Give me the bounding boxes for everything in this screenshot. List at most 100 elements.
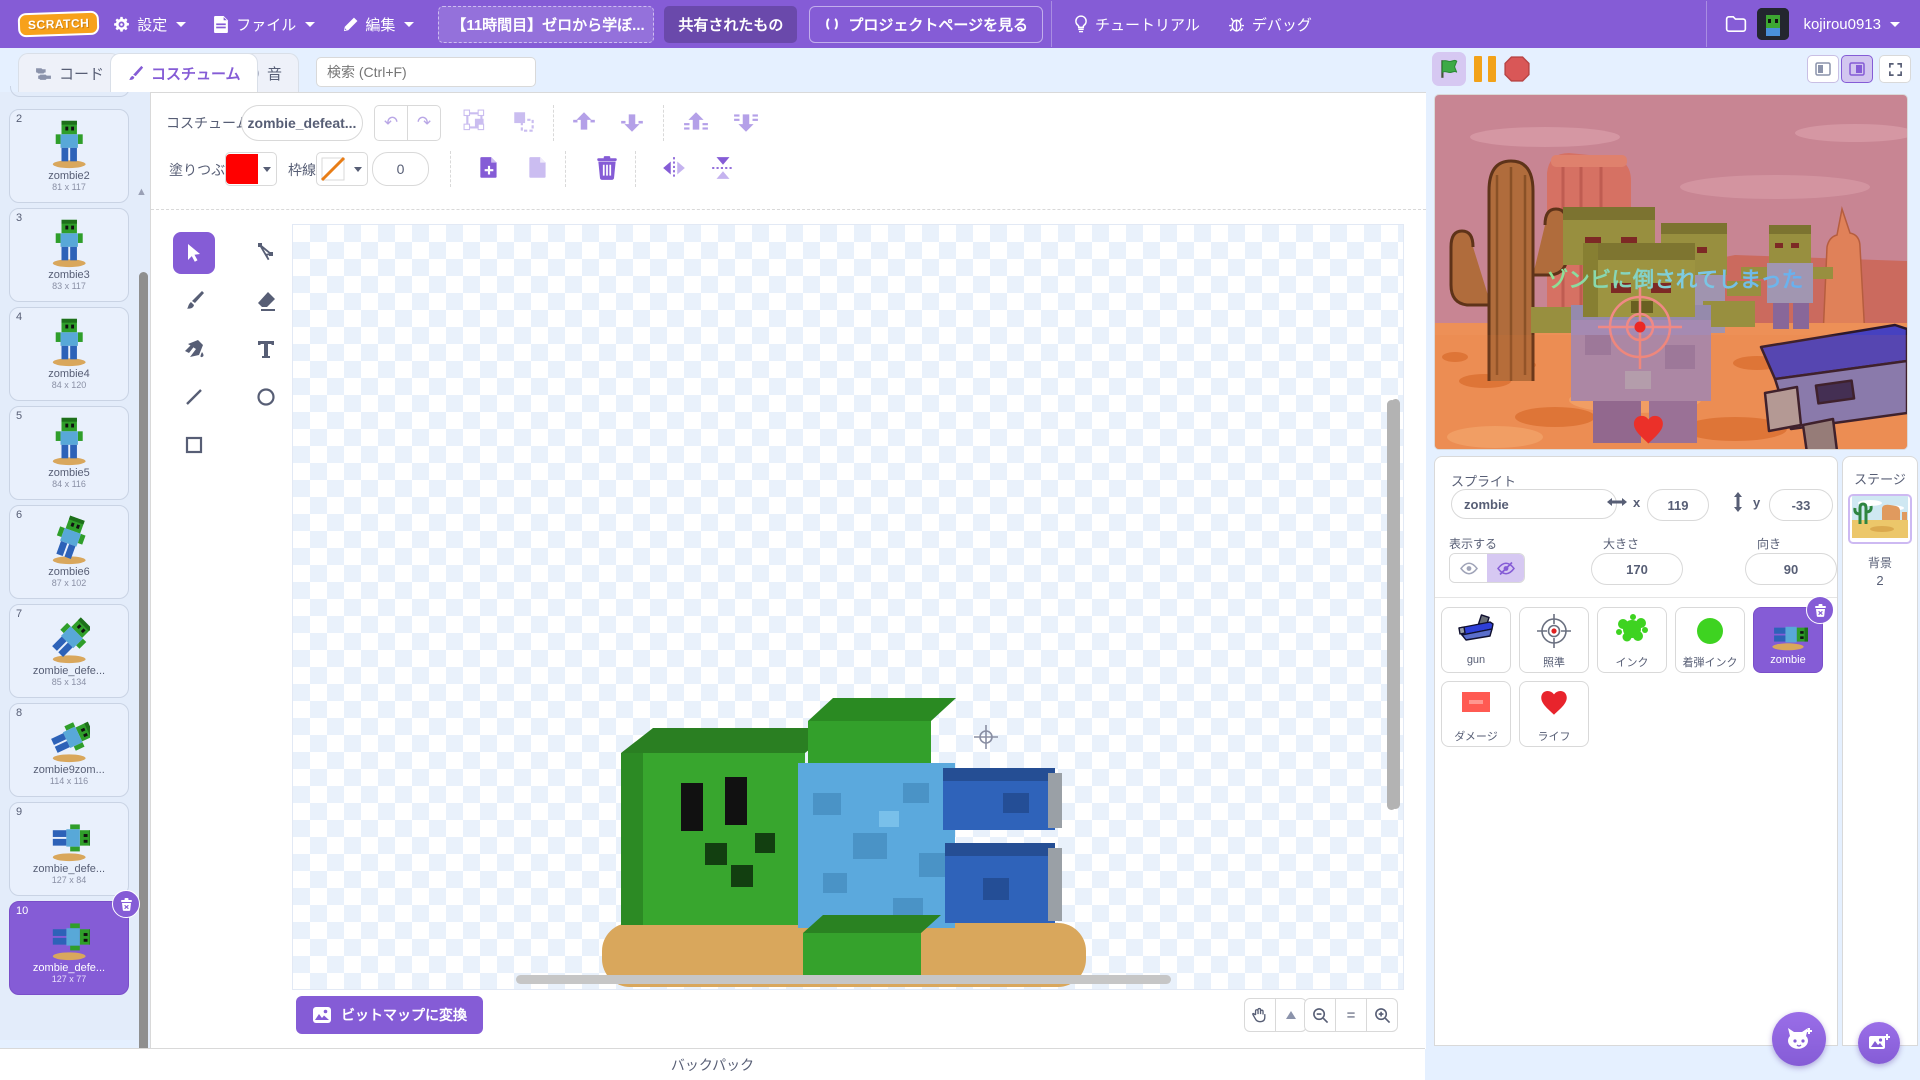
zoom-out-button[interactable] bbox=[1305, 999, 1335, 1031]
fullscreen-button[interactable] bbox=[1879, 55, 1911, 83]
delete-sprite-button[interactable] bbox=[1806, 596, 1834, 624]
paste-icon[interactable] bbox=[525, 155, 551, 181]
pause-button[interactable] bbox=[1471, 54, 1499, 84]
convert-to-bitmap-button[interactable]: ビットマップに変換 bbox=[296, 996, 483, 1034]
stage-selector[interactable]: ステージ 背景 2 bbox=[1842, 456, 1918, 1046]
text-tool[interactable] bbox=[245, 328, 287, 370]
zoom-reset-button[interactable]: = bbox=[1335, 999, 1366, 1031]
delete-icon[interactable] bbox=[594, 155, 620, 181]
stage-controls bbox=[1425, 48, 1920, 92]
folder-icon[interactable] bbox=[1725, 15, 1747, 33]
flip-vertical-icon[interactable] bbox=[710, 155, 736, 181]
costume-name-input[interactable] bbox=[241, 105, 363, 141]
stop-button[interactable] bbox=[1503, 55, 1531, 83]
eye-icon bbox=[1460, 562, 1478, 575]
size-input[interactable] bbox=[1591, 553, 1683, 585]
pan-tool-button[interactable] bbox=[1245, 999, 1275, 1031]
direction-input[interactable] bbox=[1745, 553, 1837, 585]
canvas-vertical-scrollbar[interactable] bbox=[1391, 399, 1400, 809]
bring-forward-icon[interactable] bbox=[571, 109, 597, 135]
costume-item-7[interactable]: 7 zombie_defe...85 x 134 bbox=[9, 604, 129, 698]
green-flag-button[interactable] bbox=[1432, 52, 1466, 86]
outline-width-input[interactable] bbox=[372, 152, 429, 186]
sprite-name-input[interactable] bbox=[1451, 489, 1617, 519]
gear-icon bbox=[113, 16, 130, 33]
project-title-input[interactable]: 【11時間目】ゼロから学ぼ... bbox=[438, 6, 654, 43]
debug-menu[interactable]: デバッグ bbox=[1214, 0, 1326, 48]
costume-scrollbar[interactable] bbox=[139, 272, 148, 1080]
costume-item-4[interactable]: 4 zombie484 x 120 bbox=[9, 307, 129, 401]
paint-canvas[interactable] bbox=[292, 224, 1404, 990]
sprite-card-zombie[interactable]: zombie bbox=[1753, 607, 1823, 673]
redo-button[interactable]: ↷ bbox=[408, 105, 441, 141]
costume-item-9[interactable]: 9 zombie_defe...127 x 84 bbox=[9, 802, 129, 896]
sprite-card-インク[interactable]: インク bbox=[1597, 607, 1667, 673]
costume-item-3[interactable]: 3 zombie383 x 117 bbox=[9, 208, 129, 302]
small-stage-button[interactable] bbox=[1807, 55, 1839, 83]
project-page-icon bbox=[824, 17, 840, 31]
search-input[interactable] bbox=[316, 57, 536, 87]
brush-tool[interactable] bbox=[173, 280, 215, 322]
costume-item-5[interactable]: 5 zombie584 x 116 bbox=[9, 406, 129, 500]
copy-icon[interactable] bbox=[476, 155, 502, 181]
undo-button[interactable]: ↶ bbox=[374, 105, 408, 141]
line-tool[interactable] bbox=[173, 376, 215, 418]
bring-to-front-icon[interactable] bbox=[683, 109, 709, 135]
pan-expand-button[interactable] bbox=[1275, 999, 1306, 1031]
backdrop-thumbnail[interactable] bbox=[1848, 494, 1912, 544]
see-project-page-button[interactable]: プロジェクトページを見る bbox=[809, 6, 1043, 43]
fill-color-picker[interactable] bbox=[225, 152, 277, 186]
rectangle-icon bbox=[184, 435, 204, 455]
costume-item-6[interactable]: 6 zombie687 x 102 bbox=[9, 505, 129, 599]
canvas-horizontal-scrollbar[interactable] bbox=[516, 975, 1171, 984]
send-to-back-icon[interactable] bbox=[733, 109, 759, 135]
sprite-card-照準[interactable]: 照準 bbox=[1519, 607, 1589, 673]
sprite-name: ダメージ bbox=[1442, 728, 1510, 744]
costume-number: 2 bbox=[16, 113, 22, 125]
show-sprite-button[interactable] bbox=[1450, 554, 1487, 582]
group-icon[interactable] bbox=[463, 109, 489, 135]
hide-sprite-button[interactable] bbox=[1487, 554, 1524, 582]
x-position-input[interactable] bbox=[1647, 489, 1709, 521]
tab-costumes[interactable]: コスチューム bbox=[110, 53, 258, 92]
fill-tool[interactable] bbox=[173, 328, 215, 370]
outline-color-picker[interactable] bbox=[316, 152, 368, 186]
send-backward-icon[interactable] bbox=[619, 109, 645, 135]
backpack-bar[interactable]: バックパック bbox=[0, 1048, 1425, 1080]
file-menu[interactable]: ファイル bbox=[200, 0, 329, 48]
circle-icon bbox=[256, 387, 276, 407]
circle-tool[interactable] bbox=[245, 376, 287, 418]
account-menu[interactable]: kojirou0913 bbox=[1799, 0, 1904, 48]
fill-color-swatch bbox=[226, 154, 258, 184]
sprite-name: gun bbox=[1442, 654, 1510, 666]
costume-item-8[interactable]: 8 zombie9zom...114 x 116 bbox=[9, 703, 129, 797]
username-label: kojirou0913 bbox=[1803, 16, 1881, 33]
costume-item-10[interactable]: 10 zombie_defe...127 x 77 bbox=[9, 901, 129, 995]
sprite-card-ダメージ[interactable]: ダメージ bbox=[1441, 681, 1511, 747]
scroll-up-arrow[interactable]: ▲ bbox=[136, 186, 147, 198]
eraser-tool[interactable] bbox=[245, 280, 287, 322]
costume-item-2[interactable]: 2 zombie281 x 117 bbox=[9, 109, 129, 203]
y-position-input[interactable] bbox=[1769, 489, 1833, 521]
sprite-card-着弾インク[interactable]: 着弾インク bbox=[1675, 607, 1745, 673]
add-backdrop-button[interactable] bbox=[1858, 1022, 1900, 1064]
avatar[interactable] bbox=[1757, 8, 1789, 40]
costume-size: 83 x 117 bbox=[10, 281, 128, 291]
scratch-logo[interactable]: SCRATCH bbox=[18, 11, 100, 38]
large-stage-button[interactable] bbox=[1841, 55, 1873, 83]
flip-horizontal-icon[interactable] bbox=[661, 155, 687, 181]
tutorials-menu[interactable]: チュートリアル bbox=[1060, 0, 1214, 48]
settings-menu[interactable]: 設定 bbox=[99, 0, 200, 48]
edit-menu[interactable]: 編集 bbox=[329, 0, 428, 48]
zoom-in-button[interactable] bbox=[1366, 999, 1397, 1031]
delete-costume-button[interactable] bbox=[112, 890, 140, 918]
add-sprite-button[interactable] bbox=[1772, 1012, 1826, 1066]
rectangle-tool[interactable] bbox=[173, 424, 215, 466]
stage-preview[interactable]: ゾンビに倒されてしまった bbox=[1434, 94, 1908, 450]
sprite-card-ライフ[interactable]: ライフ bbox=[1519, 681, 1589, 747]
costume-name: zombie2 bbox=[10, 170, 128, 182]
ungroup-icon[interactable] bbox=[511, 109, 537, 135]
select-tool[interactable] bbox=[173, 232, 215, 274]
reshape-tool[interactable] bbox=[245, 232, 287, 274]
sprite-card-gun[interactable]: gun bbox=[1441, 607, 1511, 673]
